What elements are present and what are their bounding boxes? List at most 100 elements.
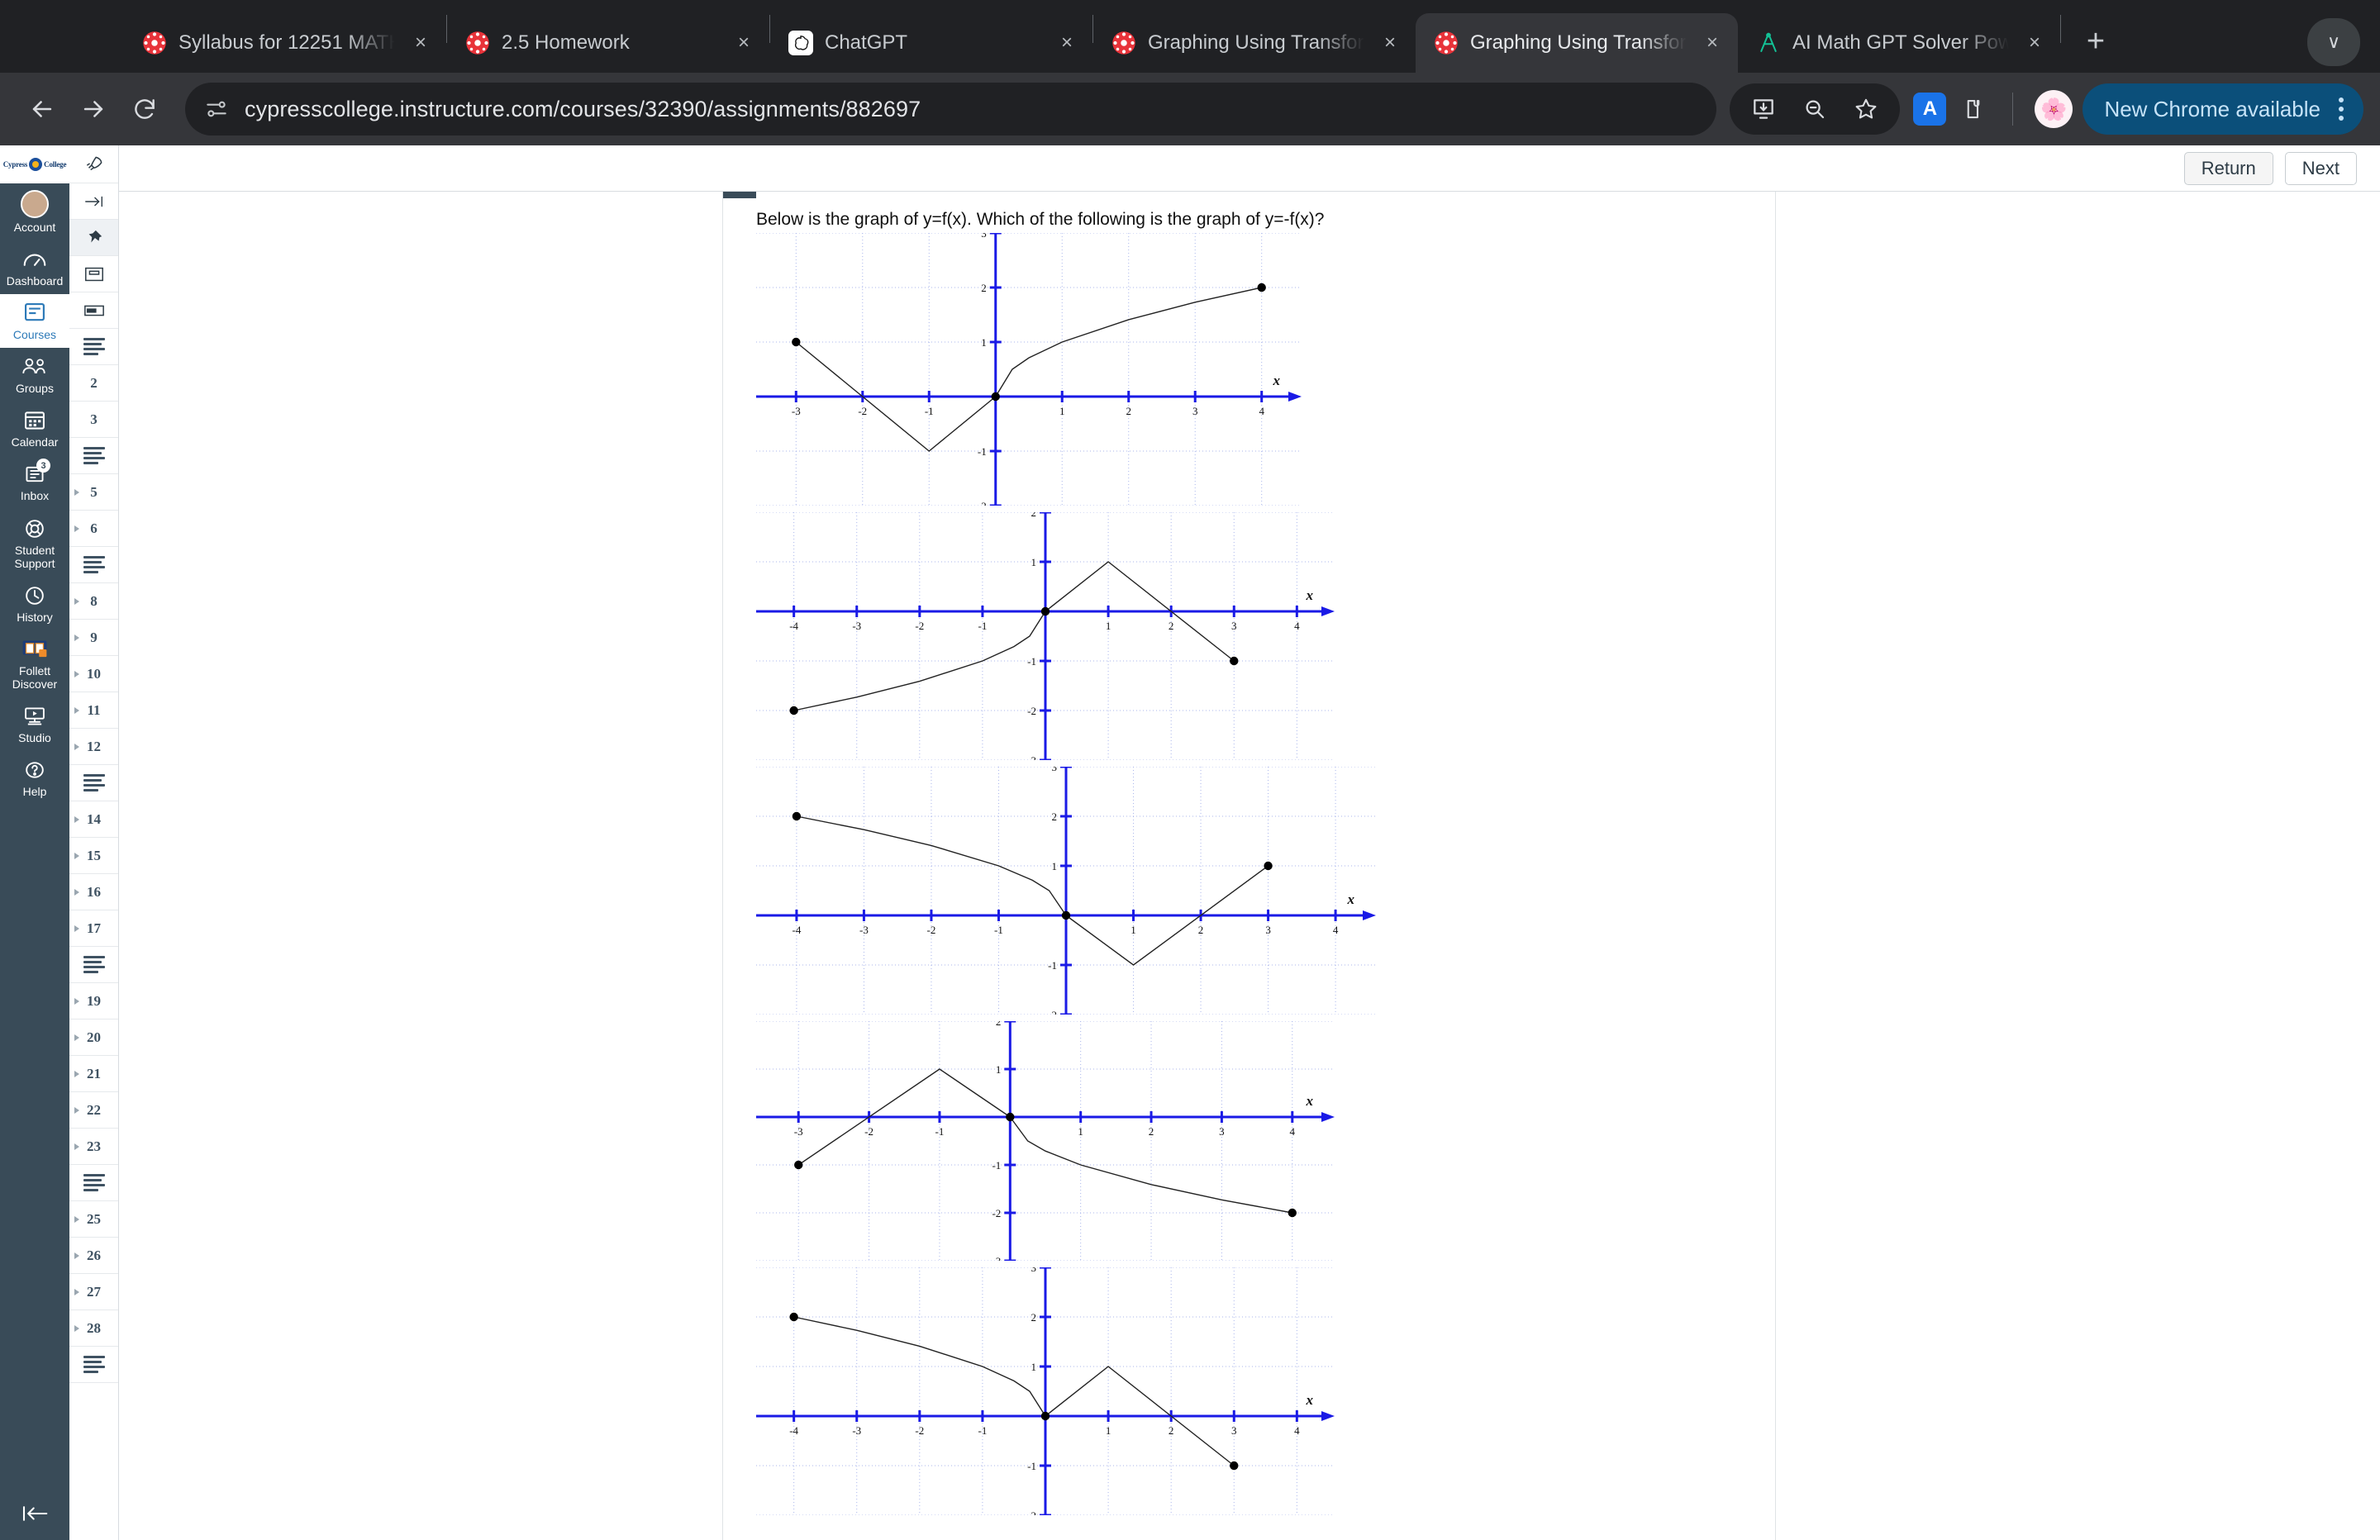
extensions-button[interactable]	[1948, 83, 1999, 135]
graph-background	[756, 1021, 1335, 1261]
item-row-10[interactable]	[69, 547, 118, 583]
close-icon[interactable]: ×	[730, 29, 758, 57]
site-settings-icon[interactable]	[203, 96, 230, 122]
collapse-nav-button[interactable]	[0, 1503, 69, 1528]
close-icon[interactable]: ×	[1376, 29, 1404, 57]
item-row-1[interactable]	[69, 220, 118, 256]
browser-tab-0[interactable]: Syllabus for 12251 MATH ×	[124, 13, 446, 73]
sidebar-item-label: Student Support	[14, 543, 55, 570]
bookmark-button[interactable]	[1840, 83, 1892, 135]
item-row-23[interactable]: 23	[69, 1129, 118, 1165]
item-row-2[interactable]: 2	[69, 365, 118, 402]
item-row-22[interactable]: 22	[69, 1092, 118, 1129]
item-row-8[interactable]: 8	[69, 583, 118, 620]
item-row-list[interactable]: 2 3 5 6 8 9 10 11 12 14 15 16 17 19 20 21 22 23 25 26 27 28	[69, 183, 118, 1383]
item-row-10[interactable]: 10	[69, 656, 118, 692]
sidebar-item-studio[interactable]: Studio	[0, 697, 69, 751]
y-tick-label--2: -2	[1027, 705, 1036, 717]
forward-button[interactable]	[68, 83, 119, 135]
question-prompt: Below is the graph of y=f(x). Which of t…	[756, 210, 1325, 229]
item-row-4[interactable]	[69, 329, 118, 365]
item-row-12[interactable]: 12	[69, 729, 118, 765]
toolbar-divider	[2012, 93, 2014, 126]
assignment-item-strip[interactable]: 2 3 5 6 8 9 10 11 12 14 15 16 17 19 20 21 22 23 25 26 27 28	[69, 145, 119, 1540]
return-button[interactable]: Return	[2183, 151, 2273, 185]
new-chrome-available-button[interactable]: New Chrome available	[2082, 83, 2363, 135]
answer-option-block-option-d[interactable]: -4 -3 -2 -1 1 2 3 4 -2 -1 1 2 3 x	[723, 1267, 1775, 1515]
sidebar-item-dashboard[interactable]: Dashboard	[0, 240, 69, 294]
x-tick-label--3: -3	[794, 1125, 803, 1138]
cypress-college-logo[interactable]: Cypress College	[0, 145, 69, 183]
sidebar-item-follett-discover[interactable]: Follett Discover	[0, 630, 69, 697]
sidebar-item-groups[interactable]: Groups	[0, 348, 69, 402]
item-row-9[interactable]: 9	[69, 620, 118, 656]
close-icon[interactable]: ×	[1053, 29, 1081, 57]
browser-tab-3[interactable]: Graphing Using Transfor ×	[1093, 13, 1416, 73]
item-row-label: 17	[87, 920, 101, 936]
close-icon[interactable]: ×	[1698, 29, 1726, 57]
item-row-17[interactable]: 17	[69, 910, 118, 947]
zoom-out-button[interactable]	[1789, 83, 1840, 135]
item-row-32[interactable]	[69, 1347, 118, 1383]
answer-option-block-option-a[interactable]: -4 -3 -2 -1 1 2 3 4 -3 -2 -1 1 2 x	[723, 512, 1775, 760]
calendar-icon	[21, 408, 49, 433]
sidebar-item-calendar[interactable]: Calendar	[0, 402, 69, 455]
y-tick-label-1: 1	[1031, 556, 1037, 568]
item-row-2[interactable]	[69, 256, 118, 292]
item-row-14[interactable]: 14	[69, 801, 118, 838]
sidebar-item-student-support[interactable]: Student Support	[0, 510, 69, 577]
next-button[interactable]: Next	[2284, 151, 2357, 185]
reload-button[interactable]	[119, 83, 170, 135]
extension-adblock-icon[interactable]: A	[1913, 93, 1947, 126]
item-row-25[interactable]: 25	[69, 1201, 118, 1238]
sidebar-item-courses[interactable]: Courses	[0, 294, 69, 349]
endpoint-dot-0-0	[1006, 1112, 1015, 1122]
item-row-label: 26	[87, 1247, 101, 1263]
item-row-26[interactable]: 26	[69, 1238, 118, 1274]
browser-tab-1[interactable]: 2.5 Homework ×	[447, 13, 769, 73]
item-row-27[interactable]: 27	[69, 1274, 118, 1310]
sidebar-item-inbox[interactable]: 3 Inbox	[0, 455, 69, 509]
chevron-right-icon	[74, 488, 79, 496]
chrome-menu-button[interactable]	[2329, 97, 2354, 121]
browser-tab-2[interactable]: ChatGPT ×	[770, 13, 1092, 73]
item-row-3[interactable]	[69, 292, 118, 329]
item-row-21[interactable]: 21	[69, 1056, 118, 1092]
sidebar-item-help[interactable]: Help	[0, 751, 69, 805]
item-row-16[interactable]: 16	[69, 874, 118, 910]
address-bar[interactable]: cypresscollege.instructure.com/courses/3…	[185, 83, 1717, 135]
item-row-5[interactable]: 5	[69, 474, 118, 511]
chevron-down-icon[interactable]: ∨	[2307, 18, 2360, 66]
item-row-19[interactable]: 19	[69, 983, 118, 1020]
item-row-28[interactable]: 28	[69, 1310, 118, 1347]
item-row-7[interactable]	[69, 438, 118, 474]
item-row-21[interactable]	[69, 947, 118, 983]
new-tab-button[interactable]: +	[2073, 18, 2119, 64]
item-row-0[interactable]	[69, 183, 118, 220]
sidebar-item-account[interactable]: Account	[0, 183, 69, 240]
graph-container-option-b: -4 -3 -2 -1 1 2 3 4 -2 -1 1 2 3 x	[756, 767, 1775, 1015]
item-row-16[interactable]	[69, 765, 118, 801]
item-row-15[interactable]: 15	[69, 838, 118, 874]
close-icon[interactable]: ×	[407, 29, 435, 57]
lines-icon	[83, 556, 105, 573]
item-row-6[interactable]: 6	[69, 511, 118, 547]
back-button[interactable]	[17, 83, 68, 135]
item-row-20[interactable]: 20	[69, 1020, 118, 1056]
sidebar-item-history[interactable]: History	[0, 577, 69, 630]
answer-option-block-option-b[interactable]: -4 -3 -2 -1 1 2 3 4 -2 -1 1 2 3 x	[723, 767, 1775, 1015]
item-row-11[interactable]: 11	[69, 692, 118, 729]
install-app-button[interactable]	[1738, 83, 1789, 135]
rocket-icon[interactable]	[69, 145, 118, 183]
answer-option-block-option-c[interactable]: -3 -2 -1 1 2 3 4 -3 -2 -1 1 2 x	[723, 1021, 1775, 1261]
close-icon[interactable]: ×	[2021, 29, 2049, 57]
profile-avatar[interactable]: 🌸	[2035, 90, 2073, 128]
y-tick-label--1: -1	[1027, 655, 1036, 668]
browser-tab-5[interactable]: AI Math GPT Solver Pow ×	[1738, 13, 2060, 73]
item-row-27[interactable]	[69, 1165, 118, 1201]
chevron-right-icon	[74, 1034, 79, 1041]
x-axis-title: x	[1347, 891, 1355, 907]
item-row-3[interactable]: 3	[69, 402, 118, 438]
question-document-wrap: Below is the graph of y=f(x). Which of t…	[119, 192, 2380, 1540]
browser-tab-4-active[interactable]: Graphing Using Transfor ×	[1416, 13, 1738, 73]
